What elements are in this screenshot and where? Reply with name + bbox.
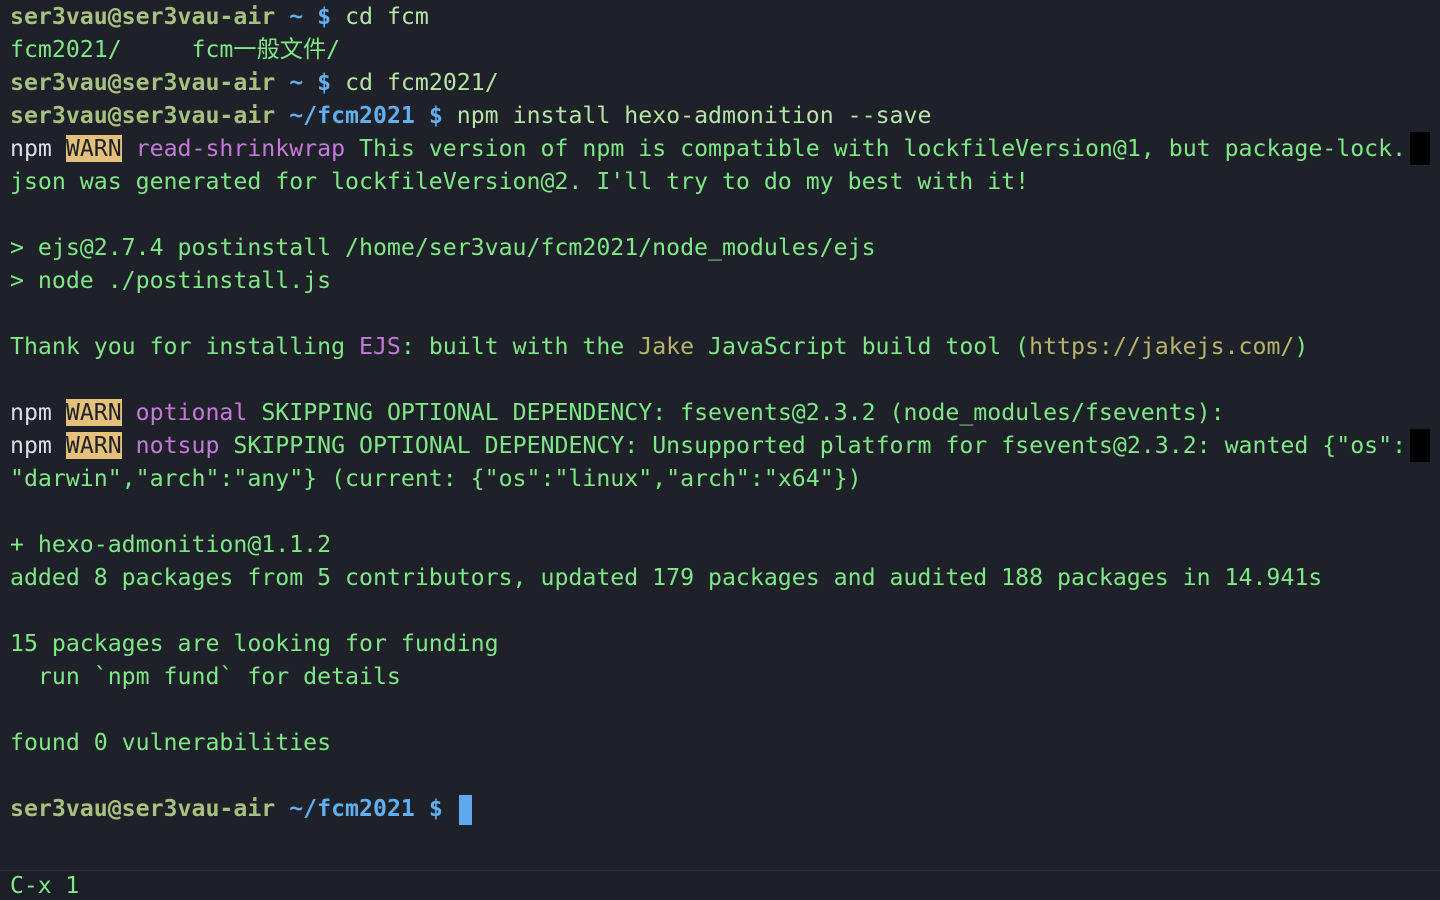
warn-message: SKIPPING OPTIONAL DEPENDENCY: fsevents@2… [261, 399, 1225, 426]
text-cursor[interactable] [458, 794, 472, 825]
funding-line: run `npm fund` for details [10, 660, 1430, 693]
line-wrap-marker [1410, 429, 1430, 462]
ejs-label: EJS [359, 333, 401, 360]
thanks-text: ) [1294, 333, 1309, 360]
warn-badge: WARN [65, 399, 122, 426]
prompt-path: ~/fcm2021 [289, 795, 415, 822]
ejs-thanks-line: Thank you for installing EJS: built with… [10, 330, 1430, 363]
status-bar: C-x 1 [0, 870, 1440, 900]
prompt-line: ser3vau@ser3vau-air ~/fcm2021 $ npm inst… [10, 99, 1430, 132]
command-text: cd fcm2021/ [345, 69, 499, 96]
completion-line: fcm2021/ fcm一般文件/ [10, 33, 1430, 66]
warn-message: SKIPPING OPTIONAL DEPENDENCY: Unsupporte… [233, 432, 1407, 459]
prompt-line: ser3vau@ser3vau-air ~ $ cd fcm [10, 0, 1430, 33]
prompt-user-host: ser3vau@ser3vau-air [10, 3, 276, 30]
line-wrap-marker [1410, 132, 1430, 165]
funding-hint: run `npm fund` for details [10, 663, 401, 690]
postinstall-text: > node ./postinstall.js [10, 267, 332, 294]
npm-warn-line: npm WARN notsup SKIPPING OPTIONAL DEPEND… [10, 429, 1430, 462]
warn-continuation: json was generated for lockfileVersion@2… [10, 168, 1030, 195]
completion-item: fcm2021/ [10, 36, 122, 63]
prompt-path: ~ [289, 69, 304, 96]
command-text: npm install hexo-admonition --save [456, 102, 932, 129]
prompt-line: ser3vau@ser3vau-air ~ $ cd fcm2021/ [10, 66, 1430, 99]
installed-package: + hexo-admonition@1.1.2 [10, 531, 332, 558]
warn-message: This version of npm is compatible with l… [359, 135, 1407, 162]
npm-warn-line: npm WARN read-shrinkwrap This version of… [10, 132, 1430, 165]
install-summary: added 8 packages from 5 contributors, up… [10, 564, 1323, 591]
npm-label: npm [10, 399, 52, 426]
npm-label: npm [10, 135, 52, 162]
warn-continuation-line: "darwin","arch":"any"} (current: {"os":"… [10, 462, 1430, 495]
prompt-symbol: $ [428, 795, 443, 822]
audit-result: found 0 vulnerabilities [10, 729, 332, 756]
terminal-output: ser3vau@ser3vau-air ~ $ cd fcm fcm2021/ … [10, 0, 1430, 825]
prompt-user-host: ser3vau@ser3vau-air [10, 69, 276, 96]
warn-code: read-shrinkwrap [135, 135, 346, 162]
warn-continuation: "darwin","arch":"any"} (current: {"os":"… [10, 465, 862, 492]
install-summary-line: added 8 packages from 5 contributors, up… [10, 561, 1430, 594]
funding-text: 15 packages are looking for funding [10, 630, 499, 657]
prompt-user-host: ser3vau@ser3vau-air [10, 795, 276, 822]
prompt-symbol: $ [317, 69, 332, 96]
installed-package-line: + hexo-admonition@1.1.2 [10, 528, 1430, 561]
prompt-symbol: $ [317, 3, 332, 30]
warn-badge: WARN [65, 135, 122, 162]
thanks-text: Thank you for installing [10, 333, 360, 360]
warn-continuation-line: json was generated for lockfileVersion@2… [10, 165, 1430, 198]
thanks-text: JavaScript build tool ( [694, 333, 1030, 360]
warn-badge: WARN [65, 432, 122, 459]
funding-line: 15 packages are looking for funding [10, 627, 1430, 660]
status-text: C-x 1 [10, 873, 80, 899]
postinstall-line: > ejs@2.7.4 postinstall /home/ser3vau/fc… [10, 231, 1430, 264]
postinstall-text: > ejs@2.7.4 postinstall /home/ser3vau/fc… [10, 234, 876, 261]
warn-code: notsup [135, 432, 220, 459]
thanks-text: : built with the [400, 333, 639, 360]
terminal-window[interactable]: ser3vau@ser3vau-air ~ $ cd fcm fcm2021/ … [0, 0, 1440, 900]
npm-label: npm [10, 432, 52, 459]
active-prompt-line[interactable]: ser3vau@ser3vau-air ~/fcm2021 $ [10, 792, 1430, 825]
jake-label: Jake [638, 333, 695, 360]
npm-warn-line: npm WARN optional SKIPPING OPTIONAL DEPE… [10, 396, 1430, 429]
jake-url[interactable]: https://jakejs.com/ [1029, 333, 1294, 360]
audit-line: found 0 vulnerabilities [10, 726, 1430, 759]
prompt-symbol: $ [428, 102, 443, 129]
postinstall-line: > node ./postinstall.js [10, 264, 1430, 297]
prompt-user-host: ser3vau@ser3vau-air [10, 102, 276, 129]
warn-code: optional [135, 399, 248, 426]
prompt-path: ~/fcm2021 [289, 102, 415, 129]
completion-item: fcm一般文件/ [191, 36, 341, 63]
prompt-path: ~ [289, 3, 304, 30]
command-text: cd fcm [345, 3, 429, 30]
